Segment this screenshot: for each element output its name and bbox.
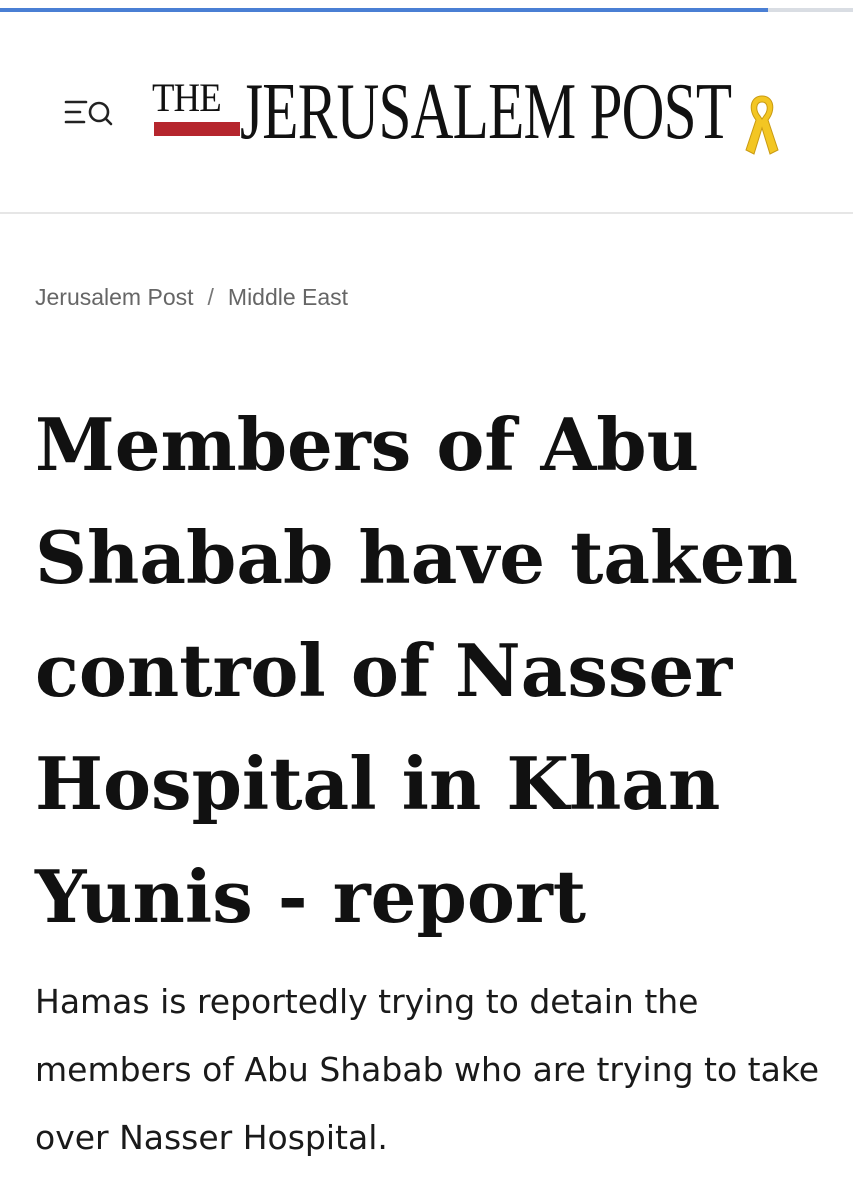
article-subheadline: Hamas is reportedly trying to detain the… bbox=[35, 982, 820, 1157]
menu-search-button[interactable] bbox=[64, 96, 114, 130]
site-logo[interactable]: THE JERUSALEM POST bbox=[152, 70, 792, 166]
yellow-ribbon-icon bbox=[745, 95, 779, 155]
breadcrumb-separator: / bbox=[207, 284, 214, 310]
logo-main-text: JERUSALEM POST bbox=[240, 68, 732, 156]
breadcrumb-item-jerusalem-post[interactable]: Jerusalem Post bbox=[35, 284, 194, 310]
logo-red-bar bbox=[154, 122, 240, 136]
menu-search-icon bbox=[64, 100, 113, 126]
logo-the-text: THE bbox=[152, 75, 222, 120]
breadcrumb: Jerusalem Post / Middle East bbox=[35, 284, 348, 311]
article-headline: Members of Abu Shabab have taken control… bbox=[35, 402, 799, 939]
site-header: THE JERUSALEM POST bbox=[0, 12, 853, 214]
breadcrumb-item-middle-east[interactable]: Middle East bbox=[228, 284, 348, 310]
